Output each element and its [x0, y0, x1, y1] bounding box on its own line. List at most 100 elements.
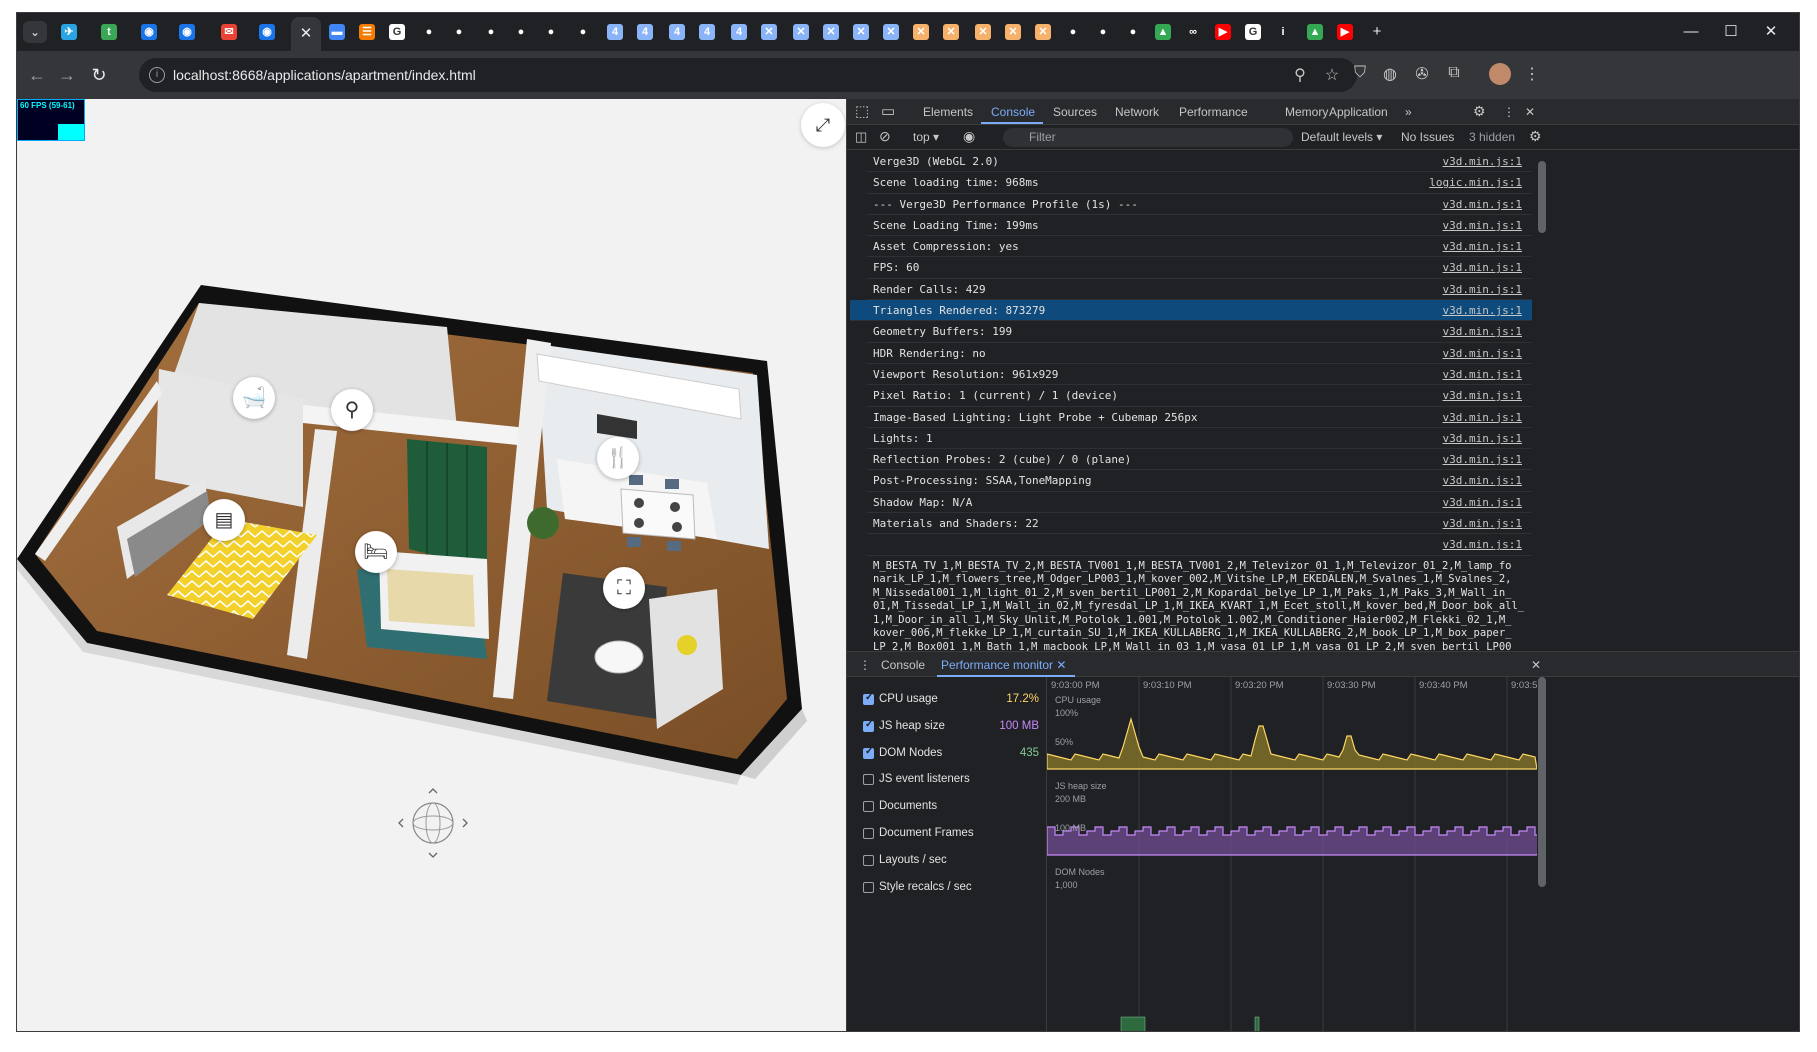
metric-checkbox[interactable] [863, 881, 874, 893]
log-source-link[interactable]: logic.min.js:1 [1429, 172, 1522, 193]
metric-checkbox[interactable] [863, 854, 874, 866]
console-log-row[interactable]: Image-Based Lighting: Light Probe + Cube… [867, 407, 1532, 428]
log-source-link[interactable]: v3d.min.js:1 [1443, 151, 1522, 172]
tab-favicon[interactable]: ✈ [61, 24, 77, 40]
console-log-row[interactable]: FPS: 60 v3d.min.js:1 [867, 257, 1532, 279]
hallway-hotspot[interactable]: ⚲ [331, 389, 373, 431]
extensions-puzzle-icon[interactable]: ⧉ [1443, 64, 1465, 82]
back-button[interactable]: ← [25, 65, 49, 86]
perf-metric-row[interactable]: Documents [863, 798, 1039, 818]
3d-viewport[interactable]: 60 FPS (59-61) 🛁 ⚲ 🍴 ▤ 🛏 ⛶ ⤢ [17, 99, 846, 1031]
console-log-row[interactable]: Scene Loading Time: 199ms v3d.min.js:1 [867, 215, 1532, 237]
console-log-row[interactable]: Post-Processing: SSAA,ToneMapping v3d.min… [867, 470, 1532, 492]
perf-metric-row[interactable]: Document Frames [863, 825, 1039, 845]
extension-globe-icon[interactable]: ◍ [1379, 64, 1401, 84]
minimize-button[interactable]: — [1671, 19, 1711, 45]
devtools-tab-memory[interactable]: Memory [1285, 105, 1328, 119]
tab-favicon[interactable]: ● [1125, 24, 1141, 40]
console-log-row[interactable]: Reflection Probes: 2 (cube) / 0 (plane) v… [867, 449, 1532, 471]
livingroom-hotspot[interactable]: ⛶ [603, 567, 645, 609]
close-perf-tab-icon[interactable]: ✕ [1056, 658, 1066, 672]
log-source-link[interactable]: v3d.min.js:1 [1443, 513, 1522, 534]
settings-gear-icon[interactable]: ⚙ [1473, 103, 1486, 120]
log-source-link[interactable]: v3d.min.js:1 [1443, 300, 1522, 321]
tab-favicon[interactable]: ∞ [1185, 24, 1201, 40]
console-log-row[interactable]: Shadow Map: N/A v3d.min.js:1 [867, 492, 1532, 514]
tab-favicon[interactable]: ▶ [1337, 24, 1353, 40]
console-settings-icon[interactable]: ⚙ [1529, 128, 1542, 145]
tab-favicon[interactable]: ● [1095, 24, 1111, 40]
console-log-row[interactable]: v3d.min.js:1 [867, 534, 1532, 556]
tab-favicon[interactable]: ✕ [761, 24, 777, 40]
close-tab-icon[interactable]: ✕ [300, 25, 313, 42]
tab-favicon[interactable]: ✕ [913, 24, 929, 40]
tab-favicon[interactable]: ☰ [359, 24, 375, 40]
log-source-link[interactable]: v3d.min.js:1 [1443, 428, 1522, 449]
log-source-link[interactable]: v3d.min.js:1 [1443, 407, 1522, 428]
tab-favicon[interactable]: t [101, 24, 117, 40]
tab-favicon[interactable]: ✕ [975, 24, 991, 40]
console-scroll-thumb[interactable] [1538, 161, 1546, 233]
tab-favicon[interactable]: ▬ [329, 24, 345, 40]
tab-favicon[interactable]: ✕ [883, 24, 899, 40]
log-source-link[interactable]: v3d.min.js:1 [1443, 321, 1522, 342]
console-log-row[interactable]: Viewport Resolution: 961x929 v3d.min.js:1 [867, 364, 1532, 386]
devtools-tab-console[interactable]: Console [991, 105, 1035, 119]
log-source-link[interactable]: v3d.min.js:1 [1443, 470, 1522, 491]
close-window-button[interactable]: ✕ [1751, 19, 1791, 45]
zoom-icon[interactable]: ⚲ [1289, 65, 1311, 85]
tab-favicon[interactable]: 4 [607, 24, 623, 40]
perf-metric-row[interactable]: Style recalcs / sec [863, 879, 1039, 899]
new-tab-button[interactable]: + [1357, 19, 1397, 45]
devtools-tab-elements[interactable]: Elements [923, 105, 973, 119]
kidsroom-hotspot[interactable]: ▤ [203, 499, 245, 541]
console-log-row[interactable]: Verge3D (WebGL 2.0) v3d.min.js:1 [867, 151, 1532, 173]
metric-checkbox[interactable] [863, 801, 874, 813]
close-drawer-icon[interactable]: ✕ [1531, 658, 1541, 672]
active-tab[interactable]: ✕ [291, 17, 321, 51]
tab-favicon[interactable]: G [389, 24, 405, 40]
clear-console-icon[interactable]: ⊘ [879, 128, 891, 145]
tab-favicon[interactable]: 4 [731, 24, 747, 40]
devtools-tab-performance[interactable]: Performance [1179, 105, 1248, 119]
metric-checkbox[interactable] [863, 746, 874, 759]
tab-search-button[interactable]: ⌄ [23, 21, 47, 43]
perf-metric-row[interactable]: Layouts / sec [863, 852, 1039, 872]
profile-avatar[interactable] [1489, 63, 1511, 85]
tab-favicon[interactable]: ✕ [1035, 24, 1051, 40]
console-log-row[interactable]: Render Calls: 429 v3d.min.js:1 [867, 279, 1532, 301]
console-log-row[interactable]: HDR Rendering: no v3d.min.js:1 [867, 343, 1532, 364]
browser-menu-icon[interactable]: ⋮ [1521, 64, 1543, 84]
tab-favicon[interactable]: ✕ [823, 24, 839, 40]
metric-checkbox[interactable] [863, 774, 874, 786]
tab-favicon[interactable]: ◉ [179, 24, 195, 40]
tab-favicon[interactable]: G [1245, 24, 1261, 40]
bath-hotspot[interactable]: 🛁 [233, 377, 275, 419]
tab-favicon[interactable]: i [1275, 24, 1291, 40]
tab-favicon[interactable]: ● [421, 24, 437, 40]
drawer-menu-icon[interactable]: ⋮ [859, 658, 871, 672]
tab-favicon[interactable]: ✕ [793, 24, 809, 40]
console-log-row[interactable]: Pixel Ratio: 1 (current) / 1 (device) v3d… [867, 385, 1532, 407]
kitchen-hotspot[interactable]: 🍴 [597, 437, 639, 479]
perf-scroll-thumb[interactable] [1538, 677, 1546, 887]
log-source-link[interactable]: v3d.min.js:1 [1443, 364, 1522, 385]
context-select[interactable]: top ▾ [913, 130, 939, 144]
console-log-row[interactable]: Materials and Shaders: 22 v3d.min.js:1 [867, 513, 1532, 535]
inspect-element-icon[interactable]: ⬚ [855, 102, 869, 120]
perf-metric-row[interactable]: CPU usage 17.2% [863, 691, 1039, 711]
bedroom-hotspot[interactable]: 🛏 [355, 531, 397, 573]
log-source-link[interactable]: v3d.min.js:1 [1443, 257, 1522, 278]
perf-metric-row[interactable]: DOM Nodes 435 [863, 745, 1039, 765]
url-text[interactable]: localhost:8668/applications/apartment/in… [173, 67, 476, 83]
devtools-tab-sources[interactable]: Sources [1053, 105, 1097, 119]
console-log-row[interactable]: Scene loading time: 968ms logic.min.js:1 [867, 172, 1532, 194]
log-source-link[interactable]: v3d.min.js:1 [1443, 492, 1522, 513]
filter-input[interactable]: Filter [1003, 128, 1293, 147]
extension-shield-icon[interactable]: ⛉ [1349, 64, 1371, 82]
tab-favicon[interactable]: ● [513, 24, 529, 40]
perf-metric-row[interactable]: JS heap size 100 MB [863, 718, 1039, 738]
issues-count[interactable]: No Issues [1401, 130, 1454, 144]
metric-checkbox[interactable] [863, 719, 874, 732]
drawer-tab-performance-monitor[interactable]: Performance monitor ✕ [941, 658, 1066, 672]
